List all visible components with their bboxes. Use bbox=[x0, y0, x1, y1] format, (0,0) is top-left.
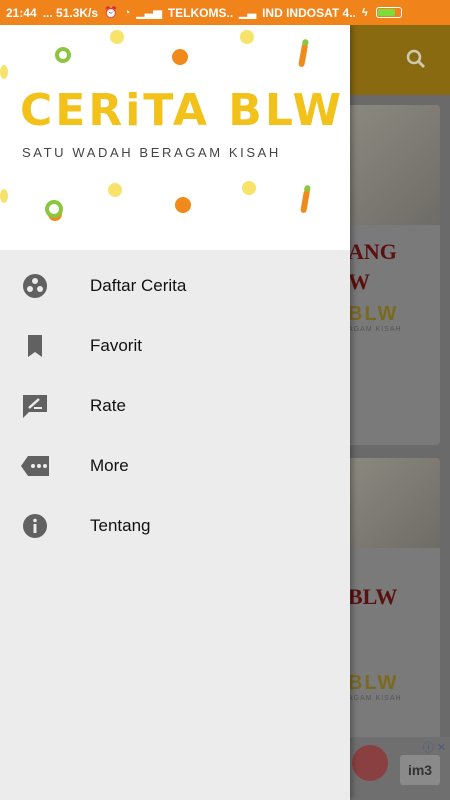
navigation-drawer: CERiTA BLW SATU WADAH BERAGAM KISAH Daft… bbox=[0, 25, 350, 800]
carrot-icon bbox=[300, 190, 310, 214]
lemon-icon bbox=[242, 181, 256, 195]
rate-icon bbox=[23, 395, 47, 418]
orange-icon bbox=[172, 49, 188, 65]
story-card[interactable]: BLW BLW AGAM KISAH bbox=[340, 458, 440, 748]
orange-icon bbox=[175, 197, 191, 213]
menu-item-label: Rate bbox=[90, 396, 126, 415]
stories-icon bbox=[23, 274, 47, 298]
signal-icon: ▁▃ bbox=[239, 7, 257, 19]
battery-icon bbox=[375, 7, 402, 18]
carrot-icon bbox=[298, 44, 308, 68]
wifi-icon: ◔ bbox=[123, 6, 131, 19]
ad-logo: im3 bbox=[400, 755, 440, 785]
network-speed: ... 51.3K/s bbox=[42, 5, 99, 20]
menu-item-favorit[interactable]: Favorit bbox=[0, 316, 350, 376]
info-icon bbox=[23, 514, 47, 538]
signal-icon: ▁▃▅ bbox=[136, 7, 162, 19]
kiwi-icon bbox=[45, 200, 63, 218]
menu-item-daftar-cerita[interactable]: Daftar Cerita bbox=[0, 256, 350, 316]
app-logo: CERiTA BLW bbox=[20, 85, 344, 136]
menu-item-label: Tentang bbox=[90, 516, 151, 535]
card-photo bbox=[340, 105, 440, 225]
logo-title: CERiTA BLW bbox=[20, 85, 344, 136]
drawer-header: CERiTA BLW SATU WADAH BERAGAM KISAH bbox=[0, 25, 350, 250]
menu-item-rate[interactable]: Rate bbox=[0, 376, 350, 436]
card-title: ANG W bbox=[348, 239, 397, 294]
menu-item-label: Daftar Cerita bbox=[90, 276, 187, 295]
card-title: BLW bbox=[348, 584, 398, 609]
lemon-icon bbox=[0, 65, 8, 79]
ad-banner[interactable]: im3 ⓘ ✕ bbox=[350, 737, 450, 800]
kiwi-icon bbox=[55, 47, 71, 63]
charging-icon: ϟ bbox=[361, 6, 368, 19]
card-logo-subtitle: AGAM KISAH bbox=[348, 695, 402, 702]
lemon-icon bbox=[240, 30, 254, 44]
card-photo bbox=[340, 458, 440, 548]
lemon-icon bbox=[108, 183, 122, 197]
status-bar: 21:44 ... 51.3K/s ⏰ ◔ ▁▃▅ TELKOMS.. ▁▃ I… bbox=[0, 0, 450, 25]
lemon-icon bbox=[110, 30, 124, 44]
menu-item-label: More bbox=[90, 456, 129, 475]
lemon-icon bbox=[0, 189, 8, 203]
bookmark-icon bbox=[28, 335, 42, 357]
card-logo: BLW bbox=[348, 672, 399, 694]
status-time: 21:44 bbox=[6, 5, 37, 20]
story-card[interactable]: ANG W BLW AGAM KISAH bbox=[340, 105, 440, 445]
menu-item-label: Favorit bbox=[90, 336, 142, 355]
card-logo: BLW bbox=[348, 303, 399, 325]
drawer-menu: Daftar Cerita Favorit Rate More Tentang bbox=[0, 250, 350, 556]
carrier-2: IND INDOSAT 4.. bbox=[262, 5, 356, 20]
menu-item-more[interactable]: More bbox=[0, 436, 350, 496]
search-icon[interactable] bbox=[404, 47, 428, 71]
ad-image bbox=[352, 745, 388, 781]
more-icon bbox=[21, 456, 49, 476]
alarm-icon: ⏰ bbox=[104, 7, 118, 19]
carrier-1: TELKOMS.. bbox=[167, 5, 234, 20]
logo-subtitle: SATU WADAH BERAGAM KISAH bbox=[22, 145, 281, 160]
menu-item-tentang[interactable]: Tentang bbox=[0, 496, 350, 556]
card-logo-subtitle: AGAM KISAH bbox=[348, 326, 402, 333]
ad-close-icon[interactable]: ⓘ ✕ bbox=[423, 739, 446, 755]
